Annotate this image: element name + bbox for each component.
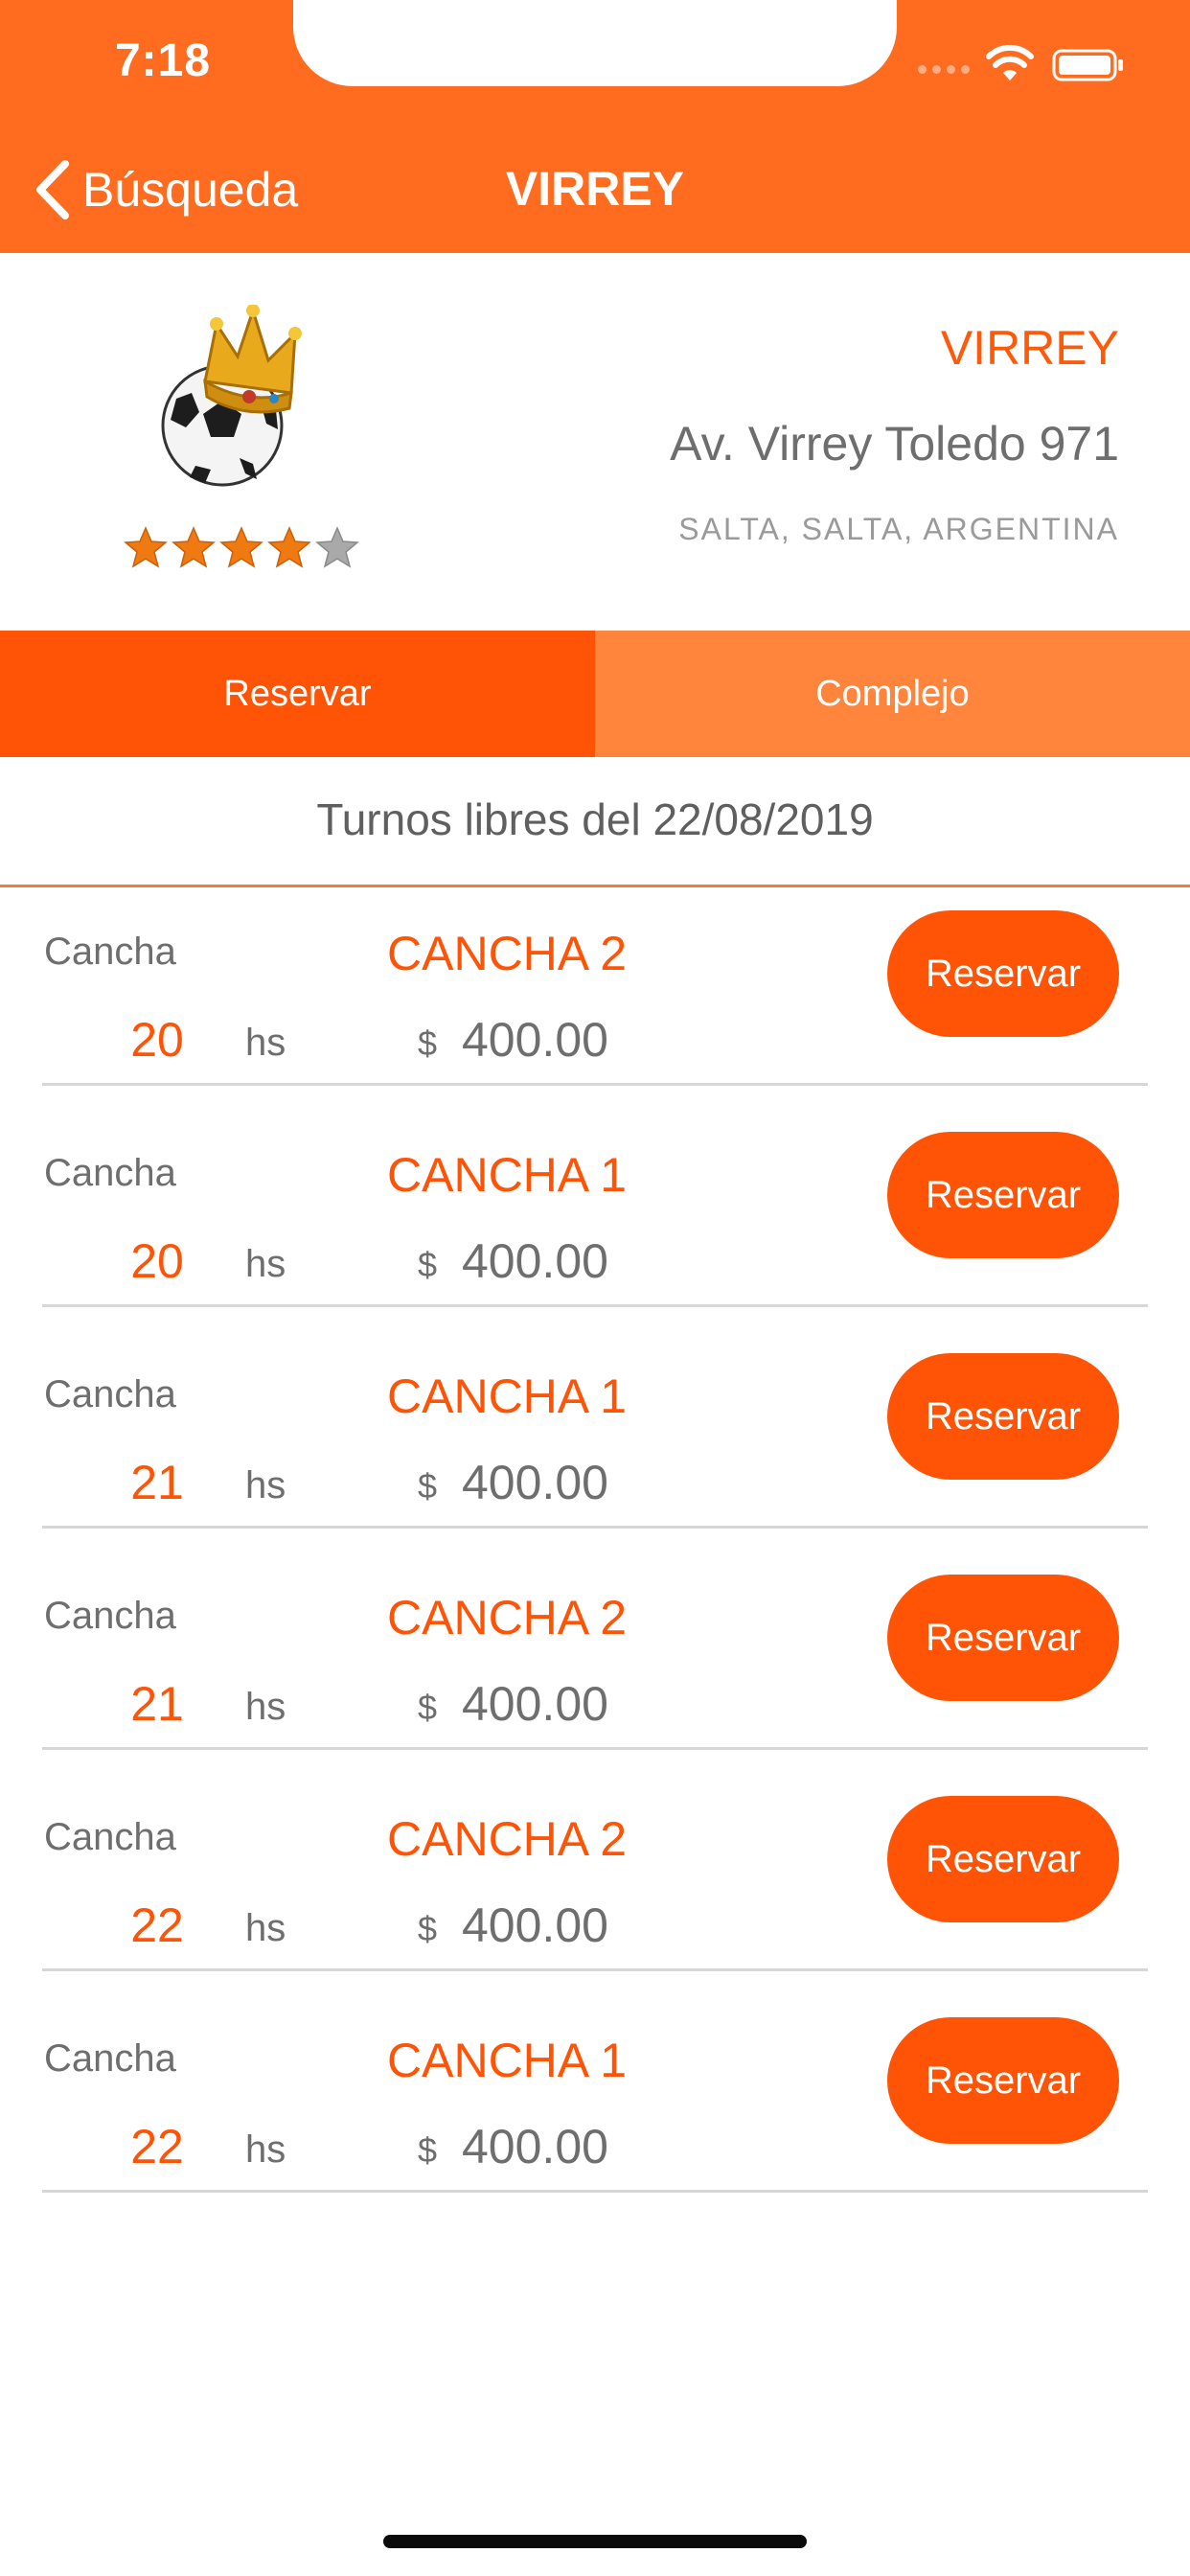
cellular-signal-icon [918,65,970,74]
slot-price: 400.00 [462,1677,608,1731]
list-item: Cancha CANCHA 1 22 hs $400.00 Reservar [0,1994,1190,2216]
slot-currency: $ [418,1688,438,1727]
reserve-button[interactable]: Reservar [887,2017,1119,2144]
slot-currency: $ [418,1466,438,1506]
slot-price: 400.00 [462,2120,608,2174]
slot-label: Cancha [44,2037,176,2080]
slot-price: 400.00 [462,1013,608,1067]
star-icon [315,526,359,568]
reserve-button[interactable]: Reservar [887,910,1119,1037]
tab-reservar[interactable]: Reservar [0,631,595,757]
venue-address: Av. Virrey Toledo 971 [670,417,1119,471]
slot-hour: 20 [130,1234,184,1288]
list-item: Cancha CANCHA 1 20 hs $400.00 Reservar [0,1109,1190,1330]
reserve-button[interactable]: Reservar [887,1132,1119,1258]
slot-court-name: CANCHA 1 [387,2034,628,2087]
row-divider [42,1526,1148,1529]
slot-court-name: CANCHA 2 [387,927,628,980]
soccer-ball-crown-icon [161,305,302,487]
slot-hour: 22 [130,2120,184,2174]
reserve-button[interactable]: Reservar [887,1353,1119,1480]
nav-header: 7:18 Búsqueda VIRREY [0,0,1190,253]
slot-hour-unit: hs [245,1243,286,1285]
slot-hour: 20 [130,1013,184,1067]
slot-hour-unit: hs [245,1464,286,1506]
slot-price: 400.00 [462,1456,608,1509]
row-divider [42,1083,1148,1086]
list-item: Cancha CANCHA 2 20 hs $400.00 Reservar [0,887,1190,1109]
row-divider [42,1968,1148,1971]
slot-hour: 21 [130,1456,184,1509]
row-divider [42,1747,1148,1750]
slot-label: Cancha [44,1816,176,1858]
slot-list: Cancha CANCHA 2 20 hs $400.00 Reservar Cancha C… [0,887,1190,2216]
list-item: Cancha CANCHA 1 21 hs $400.00 Reservar [0,1330,1190,1552]
slot-court-name: CANCHA 1 [387,1148,628,1202]
star-icon [267,526,311,568]
slot-currency: $ [418,2130,438,2170]
venue-location: SALTA, SALTA, ARGENTINA [678,512,1119,546]
list-item: Cancha CANCHA 2 21 hs $400.00 Reservar [0,1552,1190,1773]
slot-currency: $ [418,1024,438,1063]
back-label: Búsqueda [82,163,299,217]
slot-price: 400.00 [462,1898,608,1952]
app-screen: 7:18 Búsqueda VIRREY VIRREY Av. Virrey T… [0,0,1190,2576]
slot-label: Cancha [44,931,176,973]
slot-hour: 22 [130,1898,184,1952]
slot-currency: $ [418,1245,438,1284]
slot-hour-unit: hs [245,1686,286,1728]
list-item: Cancha CANCHA 2 22 hs $400.00 Reservar [0,1773,1190,1994]
venue-name: VIRREY [940,321,1119,375]
home-indicator[interactable] [383,2535,807,2548]
rating-stars [123,525,360,571]
tab-complejo[interactable]: Complejo [595,631,1190,757]
slot-court-name: CANCHA 2 [387,1812,628,1866]
star-icon [124,526,168,568]
slot-hour-unit: hs [245,1907,286,1949]
reserve-button[interactable]: Reservar [887,1796,1119,1922]
row-divider [42,1304,1148,1307]
status-time: 7:18 [114,35,212,86]
slot-label: Cancha [44,1152,176,1194]
slot-currency: $ [418,1909,438,1948]
row-divider [42,2190,1148,2193]
reserve-button[interactable]: Reservar [887,1575,1119,1701]
back-button[interactable]: Búsqueda [33,153,298,226]
slot-hour-unit: hs [245,1022,286,1064]
slot-price: 400.00 [462,1234,608,1288]
slot-hour-unit: hs [245,2128,286,2171]
device-notch [293,0,897,86]
slot-label: Cancha [44,1595,176,1637]
slot-label: Cancha [44,1373,176,1415]
segment-tabs: Reservar Complejo [0,631,1190,757]
slot-hour: 21 [130,1677,184,1731]
list-title: Turnos libres del 22/08/2019 [316,794,874,844]
wifi-icon [986,44,1034,80]
battery-icon [1052,49,1123,81]
chevron-left-icon [36,160,69,219]
star-icon [172,526,216,568]
page-title: VIRREY [505,162,685,216]
star-icon [219,526,263,568]
slot-court-name: CANCHA 2 [387,1591,628,1644]
slot-court-name: CANCHA 1 [387,1369,628,1423]
